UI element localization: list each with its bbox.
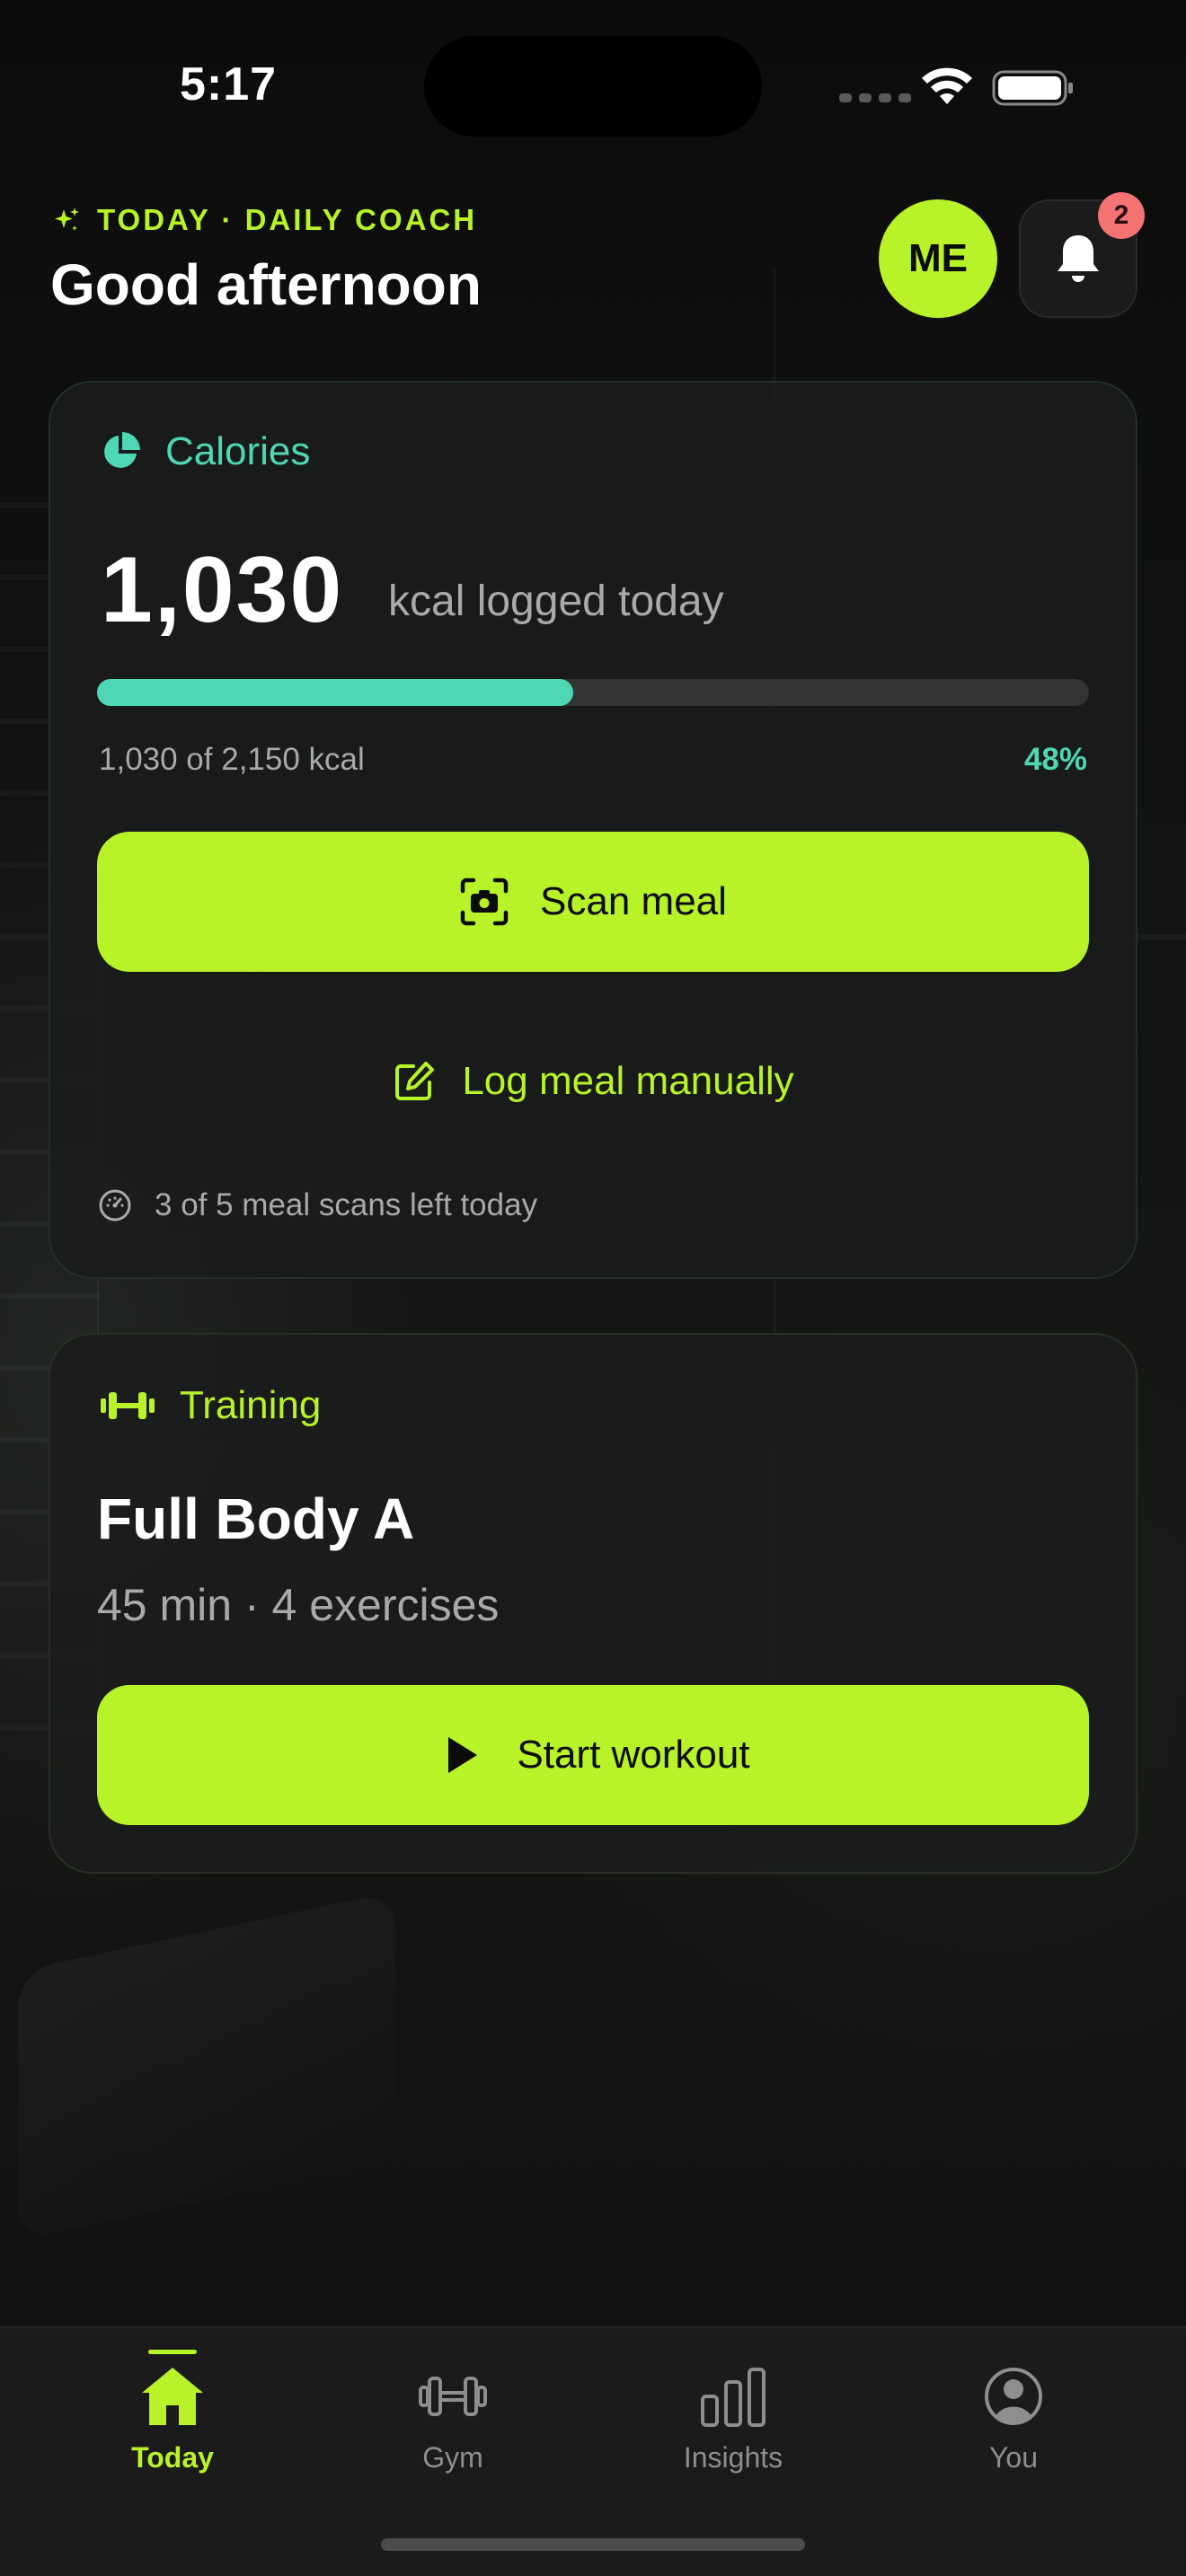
status-time: 5:17: [180, 58, 278, 110]
calories-progress-bar: [97, 679, 1089, 706]
log-meal-manually-button[interactable]: Log meal manually: [97, 1045, 1089, 1117]
active-tab-indicator: [148, 2350, 197, 2354]
wifi-icon: [922, 67, 972, 104]
calories-title: Calories: [165, 429, 311, 473]
today-screen: 5:17 TODAY · DAILY COACH Good afternoon …: [0, 0, 1186, 2576]
eyebrow-label: TODAY · DAILY COACH: [97, 203, 478, 236]
status-bar: 5:17: [0, 0, 1186, 180]
gauge-icon: [99, 1189, 131, 1222]
profile-avatar-button[interactable]: ME: [879, 199, 997, 318]
log-meal-manually-label: Log meal manually: [462, 1059, 794, 1103]
sparkle-icon: [55, 207, 79, 231]
meal-scans-remaining-label: 3 of 5 meal scans left today: [155, 1187, 538, 1222]
calories-progress-caption: 1,030 of 2,150 kcal: [99, 742, 365, 777]
tab-gym-label: Gym: [422, 2441, 483, 2474]
play-icon: [448, 1737, 478, 1773]
training-card-header: Training: [99, 1383, 321, 1428]
calories-logged-suffix: kcal logged today: [388, 578, 724, 625]
tab-today[interactable]: Today: [74, 2328, 271, 2508]
battery-icon: [992, 70, 1073, 106]
meal-scans-remaining: 3 of 5 meal scans left today: [97, 1187, 537, 1223]
calories-progress-percent: 48%: [1023, 742, 1087, 777]
scan-meal-label: Scan meal: [540, 879, 727, 923]
calories-progress-fill: [97, 679, 573, 706]
dumbbell-icon: [101, 1392, 155, 1419]
training-title: Training: [180, 1383, 322, 1427]
home-indicator: [381, 2538, 805, 2551]
notification-count-badge: 2: [1098, 192, 1145, 239]
tab-today-label: Today: [131, 2441, 214, 2474]
bell-icon: [1058, 235, 1099, 282]
pie-chart-icon: [104, 432, 140, 468]
bar-chart-icon: [701, 2368, 766, 2427]
tab-you-label: You: [989, 2441, 1038, 2474]
calories-card-header: Calories: [99, 429, 310, 474]
cellular-signal-icon: [839, 93, 911, 102]
camera-scan-icon: [460, 878, 509, 926]
tab-gym[interactable]: Gym: [354, 2328, 552, 2508]
scan-meal-button[interactable]: Scan meal: [97, 832, 1089, 972]
tab-you[interactable]: You: [915, 2328, 1112, 2508]
start-workout-label: Start workout: [517, 1733, 750, 1777]
background-bench: [18, 1891, 395, 2241]
dynamic-island: [424, 36, 762, 137]
workout-name: Full Body A: [97, 1486, 415, 1551]
edit-square-icon: [395, 1062, 435, 1100]
tab-insights[interactable]: Insights: [634, 2328, 832, 2508]
daily-coach-eyebrow: TODAY · DAILY COACH: [50, 203, 477, 237]
workout-meta: 45 min · 4 exercises: [97, 1580, 500, 1630]
calories-card: [49, 381, 1137, 1279]
tab-insights-label: Insights: [683, 2441, 783, 2474]
calories-logged-value: 1,030: [101, 538, 344, 642]
home-icon: [142, 2368, 203, 2425]
dumbbell-icon: [419, 2377, 487, 2416]
greeting-title: Good afternoon: [50, 252, 482, 317]
start-workout-button[interactable]: Start workout: [97, 1685, 1089, 1825]
person-icon: [985, 2368, 1042, 2425]
